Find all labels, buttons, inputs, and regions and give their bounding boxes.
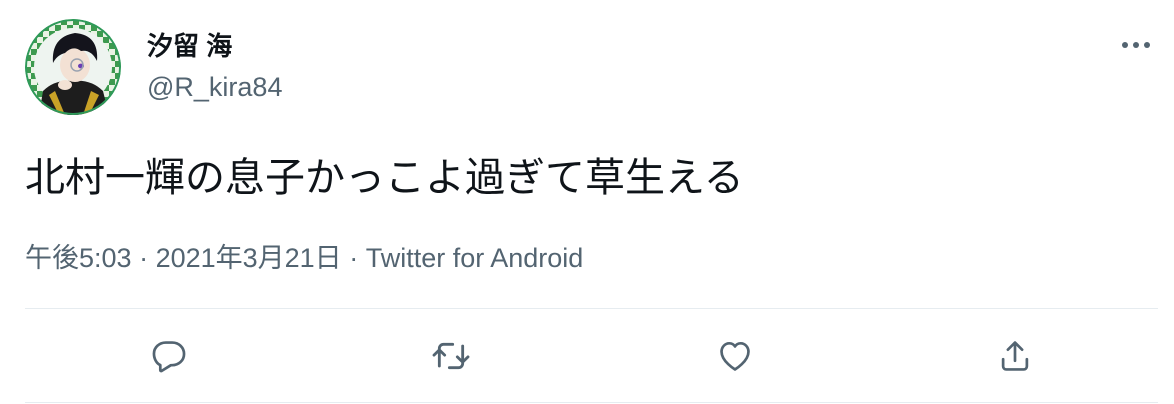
meta-separator: · bbox=[341, 243, 366, 273]
reply-icon bbox=[152, 341, 186, 373]
retweet-icon bbox=[432, 342, 470, 370]
heart-icon bbox=[720, 341, 750, 371]
tweet-time: 午後5:03 bbox=[25, 243, 132, 273]
action-bar bbox=[25, 310, 1158, 402]
tweet-date: 2021年3月21日 bbox=[155, 243, 342, 273]
reply-button[interactable] bbox=[147, 334, 191, 378]
meta-separator: · bbox=[131, 243, 156, 273]
avatar[interactable] bbox=[25, 19, 121, 115]
divider-bottom bbox=[25, 402, 1158, 403]
retweet-button[interactable] bbox=[429, 334, 473, 378]
display-name[interactable]: 汐留 海 bbox=[147, 30, 232, 62]
share-icon bbox=[1001, 341, 1029, 371]
share-button[interactable] bbox=[993, 334, 1037, 378]
more-icon bbox=[1122, 42, 1150, 48]
tweet-source-link[interactable]: Twitter for Android bbox=[366, 243, 584, 273]
user-handle[interactable]: @R_kira84 bbox=[147, 70, 282, 104]
divider-top bbox=[25, 308, 1158, 309]
tweet-text: 北村一輝の息子かっこよ過ぎて草生える bbox=[25, 156, 744, 200]
tweet-time-link[interactable]: 午後5:03 · 2021年3月21日 bbox=[25, 243, 342, 273]
tweet-meta: 午後5:03 · 2021年3月21日 · Twitter for Androi… bbox=[25, 238, 583, 278]
more-button[interactable] bbox=[1118, 30, 1154, 60]
like-button[interactable] bbox=[713, 334, 757, 378]
